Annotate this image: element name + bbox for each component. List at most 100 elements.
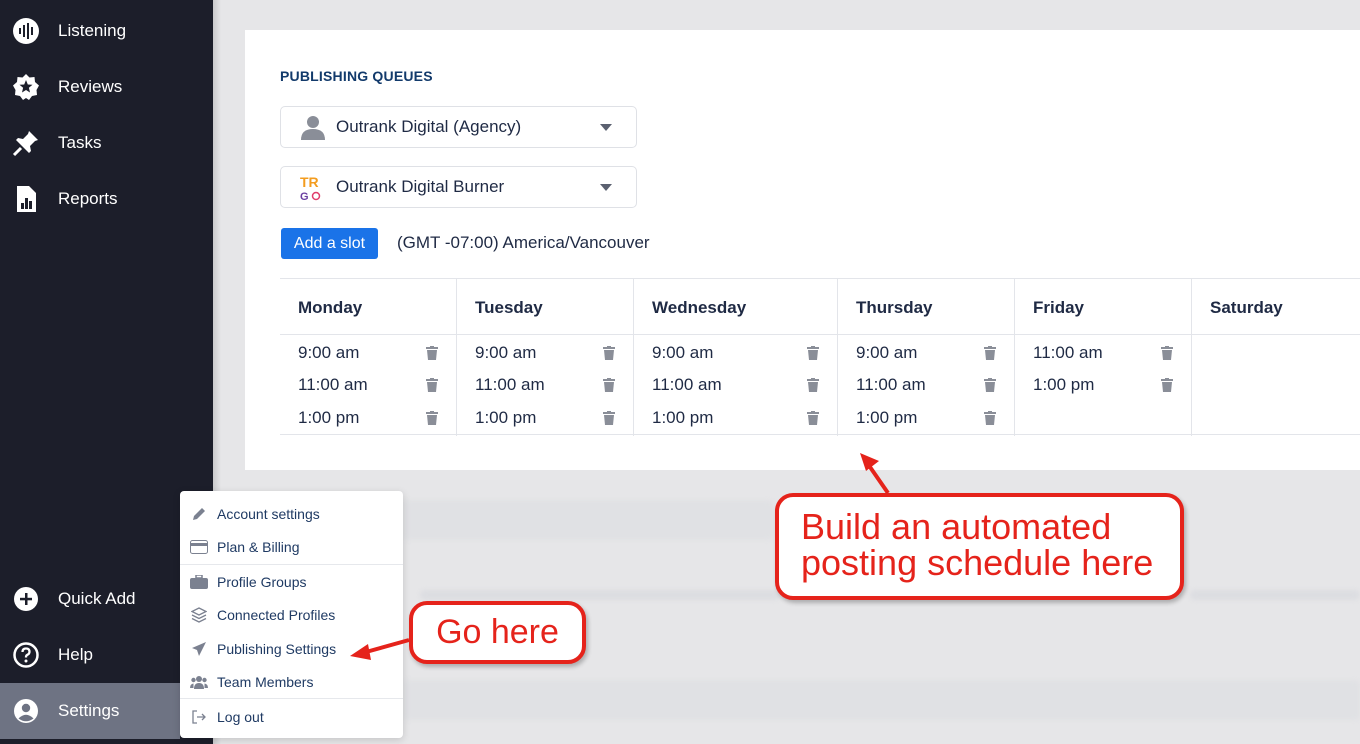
day-column-friday: Friday 11:00 am 1:00 pm: [1015, 279, 1192, 436]
header-divider: [1192, 334, 1360, 335]
user-circle-icon: [12, 697, 40, 725]
trash-icon[interactable]: [603, 411, 615, 425]
time-slot: 9:00 am: [475, 343, 537, 362]
listening-icon: [12, 17, 40, 45]
profile-logo: TR G: [298, 172, 328, 202]
layers-icon: [190, 606, 208, 623]
menu-item-label: Team Members: [217, 673, 314, 690]
day-header: Friday: [1033, 298, 1085, 317]
trash-icon[interactable]: [807, 346, 819, 360]
trash-icon[interactable]: [984, 378, 996, 392]
day-header: Tuesday: [475, 298, 543, 317]
menu-item-label: Log out: [217, 708, 264, 725]
menu-item-publishing-settings[interactable]: Publishing Settings: [180, 632, 403, 665]
pencil-icon: [190, 506, 208, 522]
time-slot: 11:00 am: [856, 375, 926, 394]
settings-menu: Account settings Plan & Billing Profile …: [180, 491, 403, 738]
add-slot-button[interactable]: Add a slot: [281, 228, 378, 259]
pin-icon: [12, 129, 40, 157]
sidebar-item-label: Reviews: [58, 77, 123, 96]
trash-icon[interactable]: [603, 346, 615, 360]
sidebar-item-listening[interactable]: Listening: [0, 3, 213, 59]
star-badge-icon: [12, 73, 40, 101]
section-title: PUBLISHING QUEUES: [280, 68, 433, 84]
blurred-text: [420, 590, 780, 600]
trash-icon[interactable]: [984, 411, 996, 425]
time-slot: 1:00 pm: [856, 408, 918, 427]
blurred-text: [1190, 590, 1360, 600]
time-slot: 1:00 pm: [652, 408, 714, 427]
time-slot: 9:00 am: [856, 343, 918, 362]
profile-select-value: Outrank Digital Burner: [336, 177, 505, 196]
day-header: Monday: [298, 298, 363, 317]
day-column-tuesday: Tuesday 9:00 am 11:00 am 1:00 pm: [457, 279, 634, 436]
trash-icon[interactable]: [807, 411, 819, 425]
sidebar-item-label: Listening: [58, 21, 127, 40]
day-column-thursday: Thursday 9:00 am 11:00 am 1:00 pm: [838, 279, 1015, 436]
sidebar-item-settings[interactable]: Settings: [0, 683, 180, 739]
menu-divider: [180, 698, 403, 699]
timezone-label: (GMT -07:00) America/Vancouver: [397, 233, 650, 252]
help-circle-icon: [12, 641, 40, 669]
paper-plane-icon: [190, 641, 208, 657]
header-divider: [838, 334, 1014, 335]
trash-icon[interactable]: [426, 411, 438, 425]
menu-item-connected-profiles[interactable]: Connected Profiles: [180, 598, 403, 631]
chevron-down-icon: [600, 124, 612, 131]
sidebar-item-reviews[interactable]: Reviews: [0, 59, 213, 115]
credit-card-icon: [190, 539, 208, 555]
callout-go-here-text: Go here: [436, 613, 559, 651]
trash-icon[interactable]: [426, 346, 438, 360]
profile-logo-bottom: G: [300, 191, 309, 201]
menu-item-label: Profile Groups: [217, 573, 307, 590]
sidebar-item-reports[interactable]: Reports: [0, 171, 213, 227]
day-header: Saturday: [1210, 298, 1283, 317]
menu-item-profile-groups[interactable]: Profile Groups: [180, 565, 403, 598]
trash-icon[interactable]: [807, 378, 819, 392]
day-header: Wednesday: [652, 298, 747, 317]
menu-item-team-members[interactable]: Team Members: [180, 665, 403, 698]
sidebar-item-label: Settings: [58, 701, 120, 720]
report-icon: [12, 185, 40, 213]
sidebar-item-label: Tasks: [58, 133, 102, 152]
callout-schedule-line1: Build an automated: [801, 506, 1112, 547]
publishing-queues-card: PUBLISHING QUEUES Outrank Digital (Agenc…: [245, 30, 1360, 470]
trash-icon[interactable]: [1161, 346, 1173, 360]
profile-select[interactable]: TR G Outrank Digital Burner: [280, 166, 637, 208]
logout-icon: [190, 709, 208, 725]
time-slot: 11:00 am: [475, 375, 545, 394]
agency-select[interactable]: Outrank Digital (Agency): [280, 106, 637, 148]
plus-circle-icon: [12, 585, 40, 613]
time-slot: 9:00 am: [298, 343, 360, 362]
menu-item-log-out[interactable]: Log out: [180, 700, 403, 733]
time-slot: 11:00 am: [1033, 343, 1103, 362]
callout-schedule: Build an automated posting schedule here: [775, 493, 1184, 600]
briefcase-icon: [190, 574, 208, 590]
header-divider: [280, 334, 456, 335]
time-slot: 1:00 pm: [475, 408, 537, 427]
sidebar-item-label: Quick Add: [58, 589, 136, 608]
team-icon: [190, 674, 208, 690]
trash-icon[interactable]: [984, 346, 996, 360]
sidebar-item-tasks[interactable]: Tasks: [0, 115, 213, 171]
time-slot: 1:00 pm: [298, 408, 360, 427]
trash-icon[interactable]: [426, 378, 438, 392]
trash-icon[interactable]: [1161, 378, 1173, 392]
time-slot: 9:00 am: [652, 343, 714, 362]
blurred-block: [403, 680, 1360, 720]
user-avatar-icon: [298, 112, 328, 142]
menu-item-label: Account settings: [217, 505, 320, 522]
agency-select-value: Outrank Digital (Agency): [336, 117, 522, 136]
menu-item-label: Publishing Settings: [217, 640, 337, 657]
time-slot: 11:00 am: [298, 375, 368, 394]
menu-item-plan-billing[interactable]: Plan & Billing: [180, 530, 403, 563]
profile-logo-top: TR: [300, 174, 319, 190]
menu-item-label: Plan & Billing: [217, 538, 300, 555]
header-divider: [634, 334, 837, 335]
menu-item-account-settings[interactable]: Account settings: [180, 497, 403, 530]
header-divider: [1015, 334, 1191, 335]
callout-schedule-line2: posting schedule here: [801, 542, 1154, 583]
blurred-block: [403, 500, 773, 540]
schedule-table: Monday 9:00 am 11:00 am 1:00 pm Tuesday …: [280, 278, 1360, 436]
trash-icon[interactable]: [603, 378, 615, 392]
